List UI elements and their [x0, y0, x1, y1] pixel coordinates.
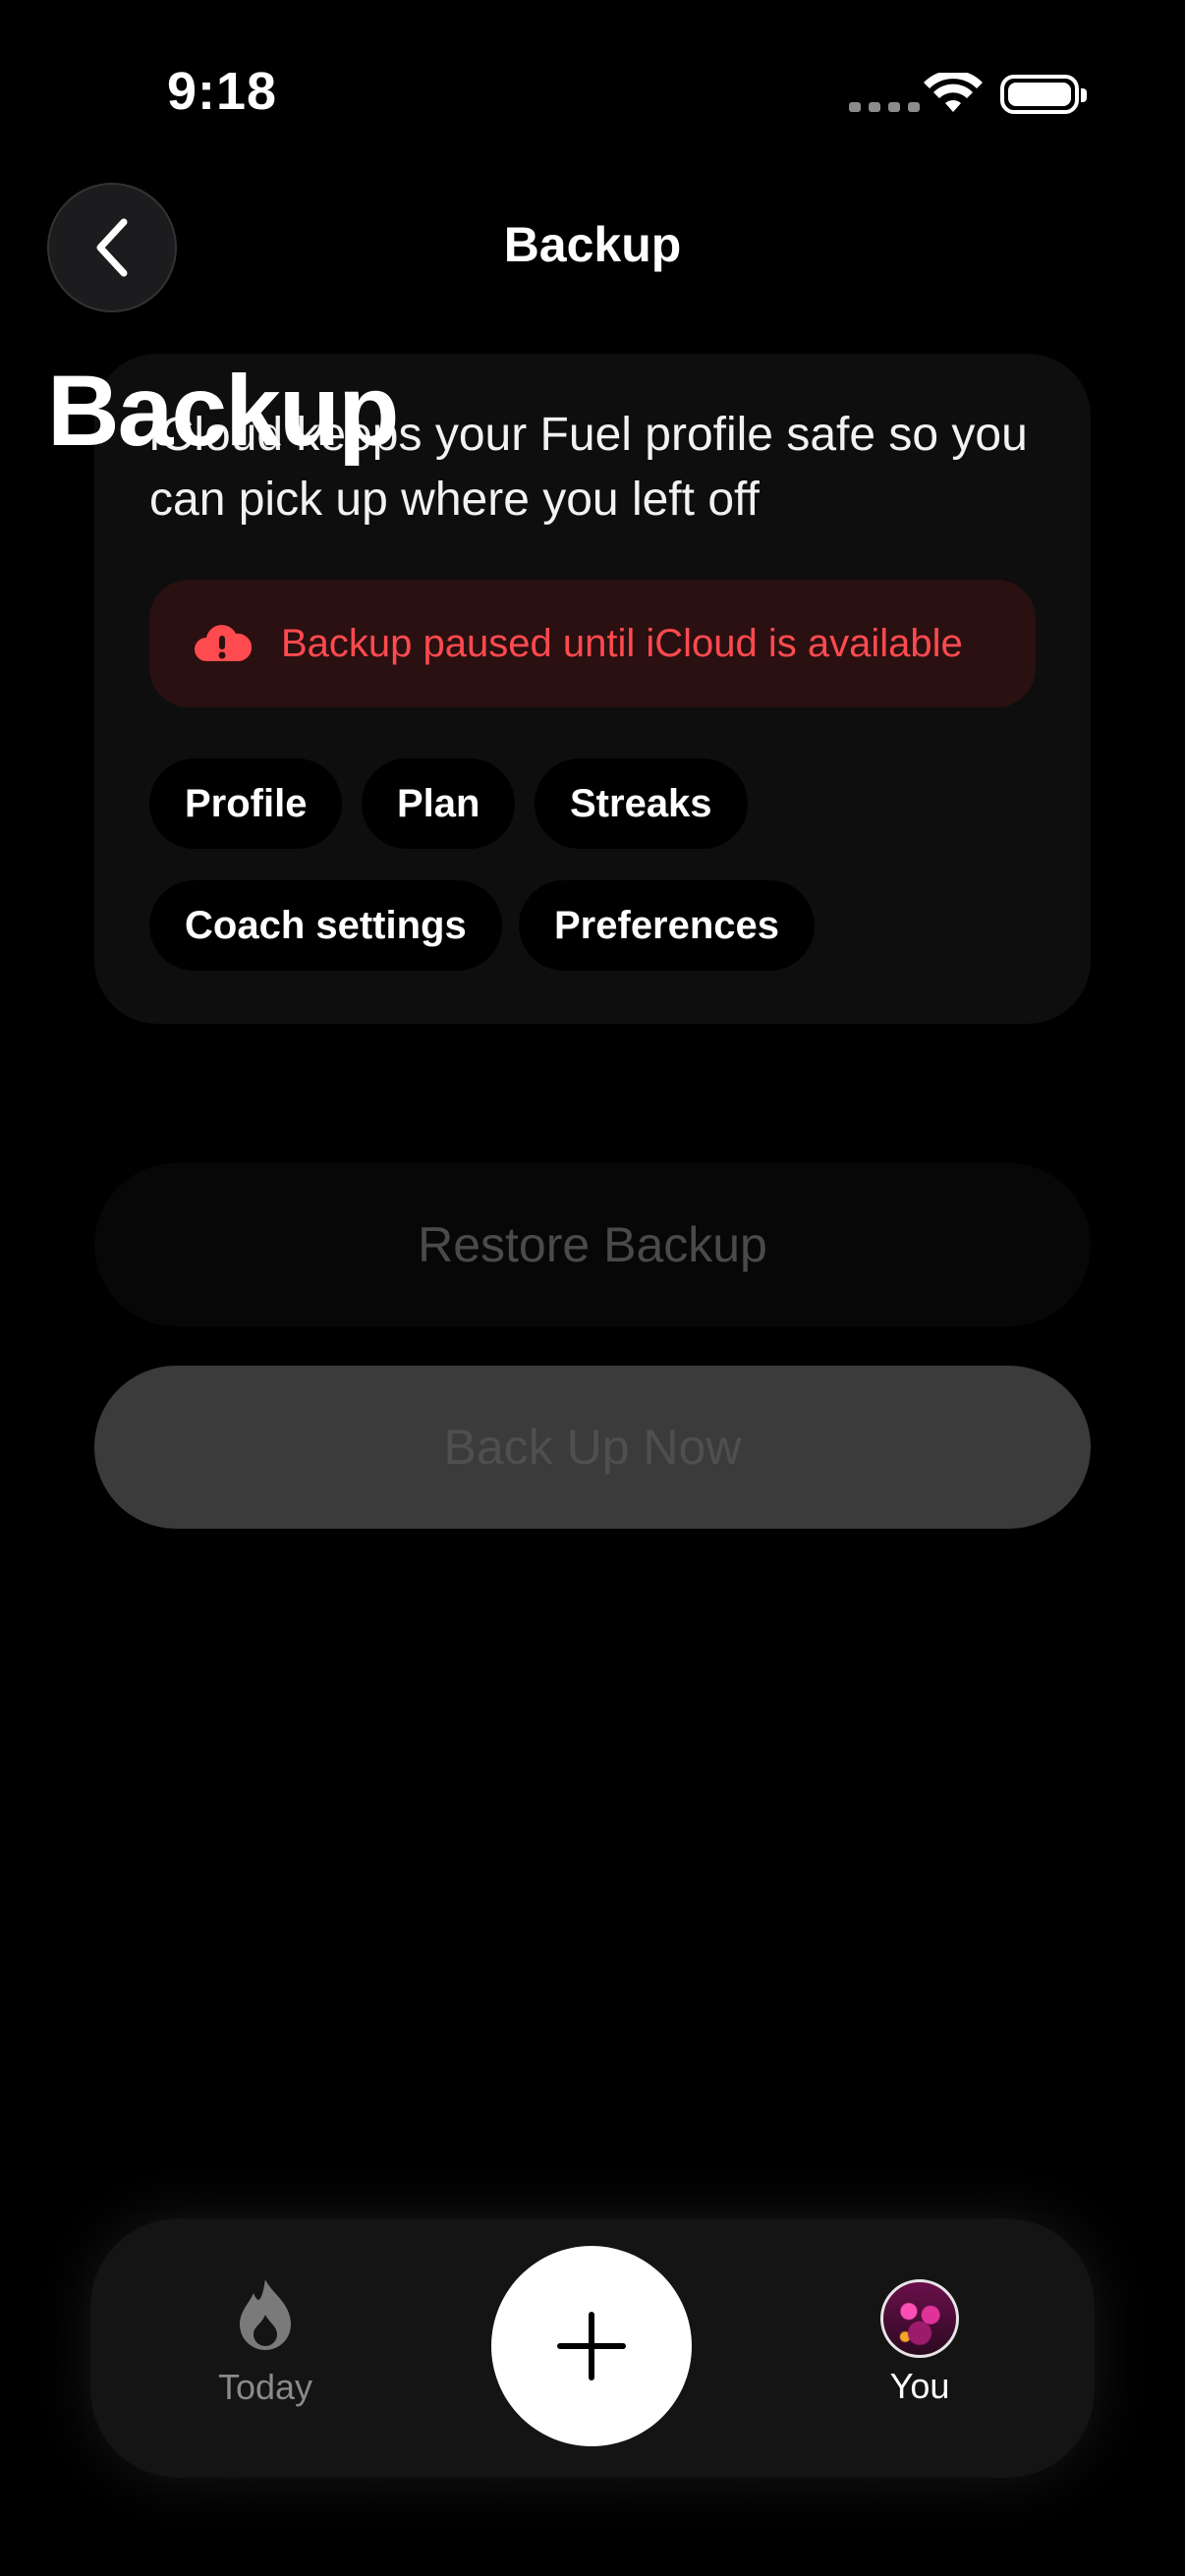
- battery-icon: [1000, 75, 1087, 114]
- tab-you[interactable]: You: [851, 2279, 988, 2407]
- chip-plan: Plan: [362, 758, 516, 849]
- chip-streaks: Streaks: [535, 758, 748, 849]
- nav-title: Backup: [503, 217, 682, 272]
- chip-profile: Profile: [149, 758, 343, 849]
- wifi-icon: [924, 73, 983, 112]
- tab-you-label: You: [889, 2366, 950, 2406]
- restore-backup-button[interactable]: Restore Backup: [94, 1163, 1091, 1326]
- avatar: [880, 2279, 959, 2358]
- chip-preferences: Preferences: [519, 880, 816, 971]
- cloud-warning-icon: [195, 625, 252, 661]
- status-time: 9:18: [167, 62, 278, 121]
- add-button[interactable]: [491, 2246, 692, 2446]
- back-up-now-button[interactable]: Back Up Now: [94, 1366, 1091, 1529]
- flame-icon: [240, 2279, 291, 2350]
- plus-icon: [557, 2312, 626, 2380]
- cellular-signal-icon: [849, 102, 920, 112]
- chip-coach-settings: Coach settings: [149, 880, 502, 971]
- tab-today-label: Today: [217, 2367, 313, 2407]
- tab-today[interactable]: Today: [197, 2275, 334, 2408]
- backup-paused-alert: Backup paused until iCloud is available: [149, 580, 1036, 707]
- page-title: Backup: [47, 355, 399, 467]
- alert-text: Backup paused until iCloud is available: [281, 621, 963, 665]
